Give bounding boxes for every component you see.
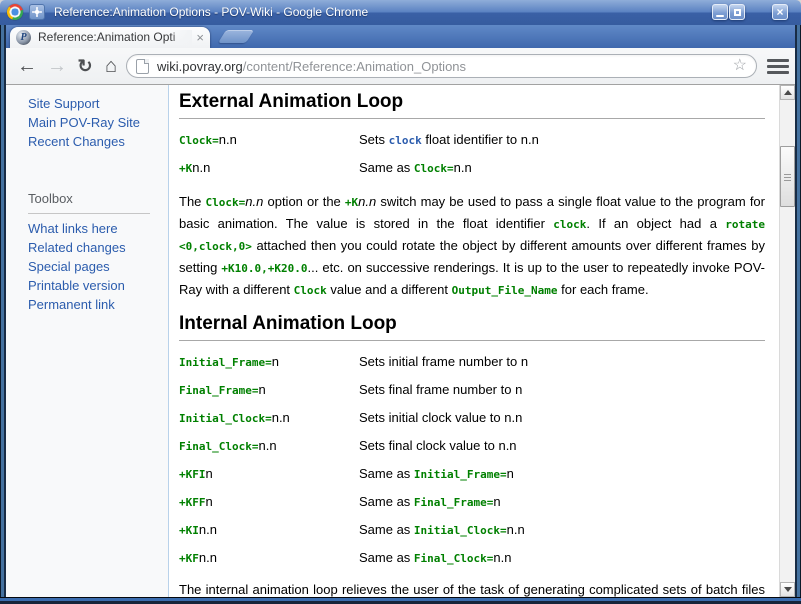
paragraph-internal-loop: The internal animation loop relieves the… [179,579,765,597]
code-term: +KFF [179,496,206,509]
home-button[interactable]: ⌂ [98,52,124,80]
chrome-logo-icon [7,4,23,20]
code-term: +KI [179,524,199,537]
toolbox-heading: Toolbox [28,190,168,208]
definition-row: +KFFn Same as Final_Frame=n [179,494,765,509]
code-ref: Output_File_Name [452,284,558,297]
maximize-button[interactable] [729,4,745,20]
wiki-sidebar: Site Support Main POV-Ray Site Recent Ch… [6,85,169,597]
code-term: +KFI [179,468,206,481]
sidebar-item-special-pages[interactable]: Special pages [28,257,168,276]
window-title: Reference:Animation Options - POV-Wiki -… [54,0,368,25]
sidebar-item-related-changes[interactable]: Related changes [28,238,168,257]
chrome-menu-icon[interactable] [767,59,789,74]
window-border-bottom [0,597,801,604]
code-ref: Clock= [414,162,454,175]
tab-close-icon[interactable]: × [196,31,204,44]
window-border-right [795,25,801,604]
address-bar[interactable]: wiki.povray.org/content/Reference:Animat… [126,54,757,78]
sidebar-item-main-povray-site[interactable]: Main POV-Ray Site [28,113,168,132]
section-heading-internal-animation-loop: Internal Animation Loop [179,313,765,341]
code-link-clock[interactable]: clock [389,134,422,147]
definition-row: +KFIn Same as Initial_Frame=n [179,466,765,481]
scrollbar-thumb[interactable] [780,146,795,207]
scrollbar-grip [784,174,791,181]
sidebar-item-recent-changes[interactable]: Recent Changes [28,132,168,151]
url-text[interactable]: wiki.povray.org/content/Reference:Animat… [157,59,733,74]
code-term: Initial_Frame= [179,356,272,369]
url-path: /content/Reference:Animation_Options [243,59,466,74]
code-term: Final_Clock= [179,440,258,453]
section-heading-external-animation-loop: External Animation Loop [179,91,765,119]
sidebar-item-printable-version[interactable]: Printable version [28,276,168,295]
window-close-icon: × [776,6,783,18]
definition-row: +Kn.n Same as Clock=n.n [179,160,765,175]
minimize-icon [716,15,724,17]
tab-strip: P Reference:Animation Opti × [6,25,795,48]
scroll-up-button[interactable] [780,85,795,100]
code-term: +K [179,162,192,175]
definition-row: +KIn.n Same as Initial_Clock=n.n [179,522,765,537]
scroll-down-icon [784,587,792,592]
definition-row: Initial_Frame=n Sets initial frame numbe… [179,354,765,369]
sidebar-item-what-links-here[interactable]: What links here [28,219,168,238]
code-ref: Clock= [206,196,246,209]
window-close-button[interactable]: × [772,4,788,20]
back-button[interactable]: ← [14,52,40,80]
vertical-scrollbar[interactable] [779,85,795,597]
definition-row: Initial_Clock=n.n Sets initial clock val… [179,410,765,425]
definition-list-internal: Initial_Frame=n Sets initial frame numbe… [179,354,765,565]
new-tab-button[interactable] [218,30,254,43]
maximize-icon [734,9,741,16]
paragraph-external-loop: The Clock=n.n option or the +Kn.n switch… [179,191,765,301]
browser-toolbar: ← → ↻ ⌂ wiki.povray.org/content/Referenc… [6,48,795,85]
definition-list-external: Clock=n.n Sets clock float identifier to… [179,132,765,175]
code-ref: Final_Clock= [414,552,493,565]
gear-icon [32,7,42,17]
home-icon: ⌂ [105,55,117,78]
code-term: +KF [179,552,199,565]
code-ref: +K [345,196,358,209]
code-ref: Clock [294,284,327,297]
code-ref: Initial_Frame= [414,468,507,481]
code-term: Final_Frame= [179,384,258,397]
forward-icon: → [47,55,67,78]
page-content: Site Support Main POV-Ray Site Recent Ch… [6,85,795,597]
code-ref: +K10.0,+K20.0 [221,262,307,275]
definition-row: +KFn.n Same as Final_Clock=n.n [179,550,765,565]
url-host: wiki.povray.org [157,59,243,74]
article-body: External Animation Loop Clock=n.n Sets c… [169,85,779,597]
sidebar-divider [28,213,150,214]
scroll-up-icon [784,90,792,95]
reload-button[interactable]: ↻ [72,52,98,80]
browser-window: Reference:Animation Options - POV-Wiki -… [0,0,801,604]
code-ref: Initial_Clock= [414,524,507,537]
back-icon: ← [17,55,37,78]
povray-favicon: P [16,30,31,45]
page-icon[interactable] [136,59,149,74]
definition-row: Final_Frame=n Sets final frame number to… [179,382,765,397]
bookmark-star-icon[interactable]: ☆ [733,58,747,74]
window-border-left [0,25,6,604]
tab-animation-options[interactable]: P Reference:Animation Opti × [10,27,210,48]
minimize-button[interactable] [712,4,728,20]
sidebar-item-site-support[interactable]: Site Support [28,94,168,113]
window-menu-button[interactable] [29,4,45,20]
code-term: Clock= [179,134,219,147]
tab-title: Reference:Animation Opti [38,30,192,45]
code-ref: Final_Frame= [414,496,493,509]
term-variable: n.n [192,160,210,175]
sidebar-item-permanent-link[interactable]: Permanent link [28,295,168,314]
scroll-down-button[interactable] [780,582,795,597]
code-term: Initial_Clock= [179,412,272,425]
title-bar: Reference:Animation Options - POV-Wiki -… [0,0,801,25]
forward-button[interactable]: → [44,52,70,80]
code-ref: clock [553,218,586,231]
definition-row: Final_Clock=n.n Sets final clock value t… [179,438,765,453]
reload-icon: ↻ [77,56,92,77]
term-variable: n.n [219,132,237,147]
definition-row: Clock=n.n Sets clock float identifier to… [179,132,765,147]
